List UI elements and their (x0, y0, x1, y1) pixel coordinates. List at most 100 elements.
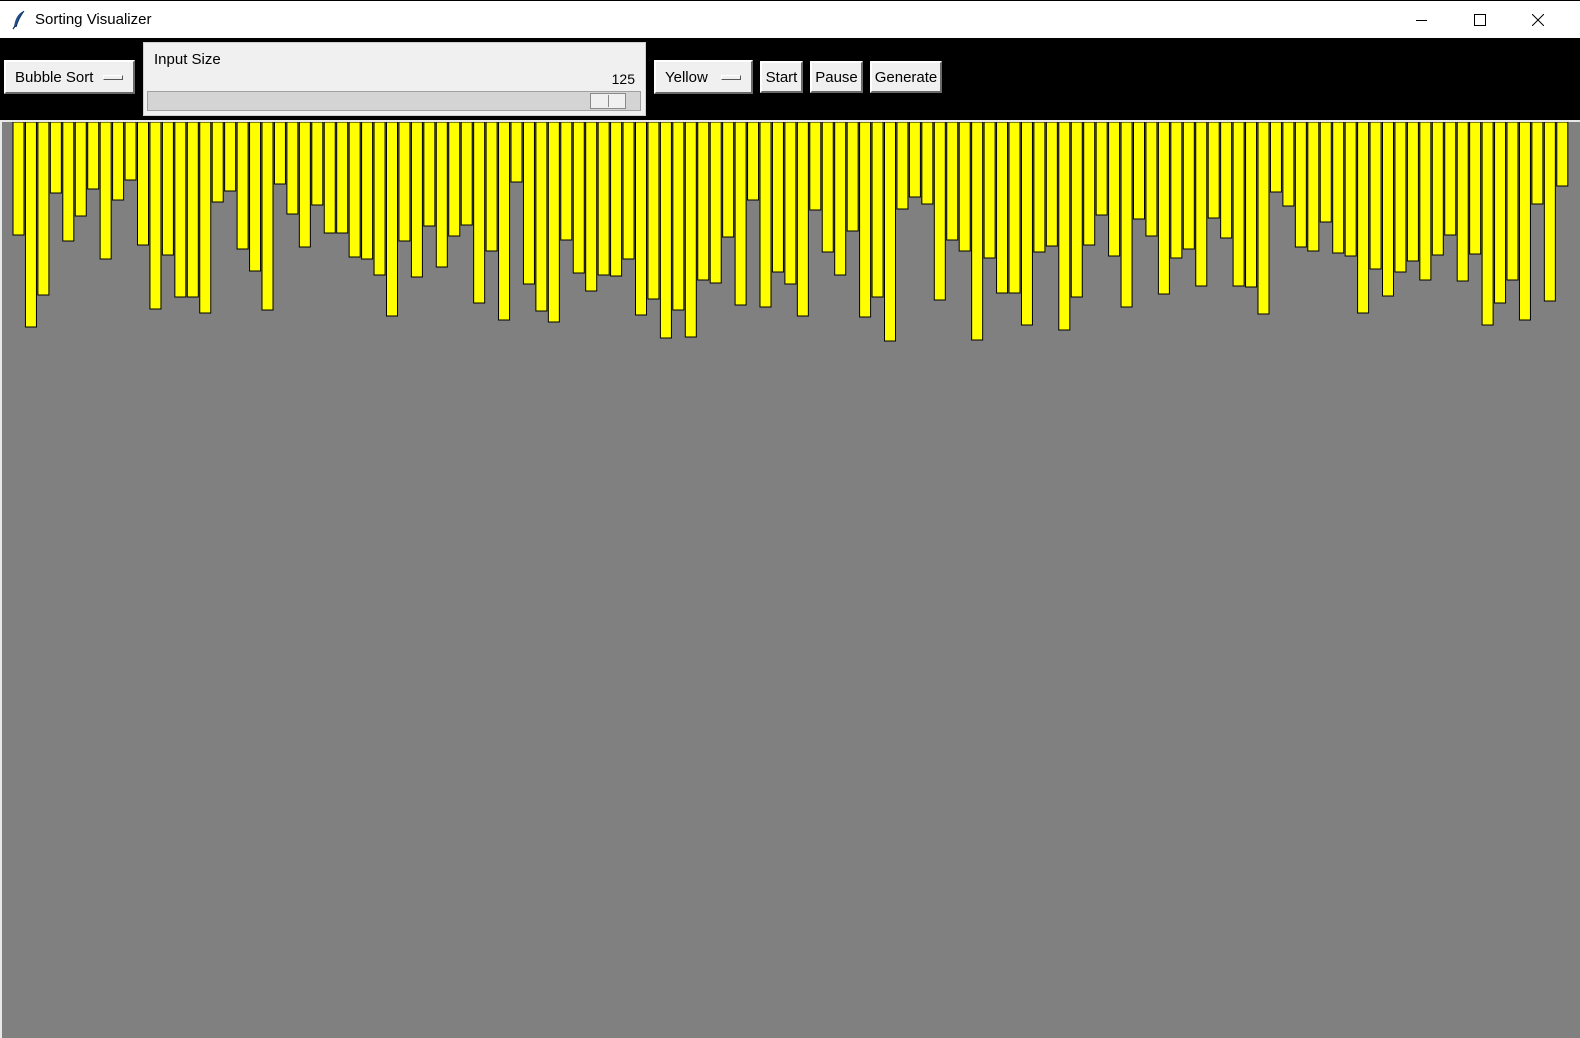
visualizer-canvas (0, 120, 1580, 1038)
pause-button[interactable]: Pause (810, 61, 863, 93)
bar-90 (1120, 122, 1133, 308)
bar-84 (1045, 122, 1058, 247)
dropdown-indicator-icon (721, 75, 741, 80)
bar-20 (249, 122, 262, 272)
bar-12 (149, 122, 162, 310)
minimize-button[interactable] (1393, 1, 1451, 39)
bar-98 (1220, 122, 1233, 239)
bar-68 (846, 122, 859, 232)
algorithm-dropdown[interactable]: Bubble Sort (4, 60, 135, 94)
bar-35 (435, 122, 448, 268)
window-title: Sorting Visualizer (35, 11, 152, 28)
bar-100 (1245, 122, 1258, 288)
bar-92 (1145, 122, 1158, 237)
bar-41 (510, 122, 523, 183)
bar-50 (622, 122, 635, 260)
bar-111 (1382, 122, 1394, 297)
bar-61 (759, 122, 772, 308)
bar-27 (336, 122, 349, 234)
bar-10 (124, 122, 137, 181)
bar-81 (1008, 122, 1021, 294)
bar-18 (224, 122, 237, 192)
bar-64 (796, 122, 809, 317)
bar-74 (921, 122, 934, 205)
close-button[interactable] (1509, 1, 1567, 39)
bar-56 (697, 122, 710, 281)
bar-36 (448, 122, 461, 237)
bar-93 (1157, 122, 1170, 295)
maximize-button[interactable] (1451, 1, 1509, 39)
bar-25 (311, 122, 324, 206)
bar-76 (946, 122, 959, 241)
bar-69 (859, 122, 872, 318)
bar-118 (1469, 122, 1482, 255)
bar-107 (1332, 122, 1345, 254)
bar-42 (522, 122, 535, 285)
bar-5 (62, 122, 75, 242)
dropdown-indicator-icon (103, 75, 123, 80)
bar-96 (1195, 122, 1208, 287)
bar-55 (684, 122, 697, 338)
bar-26 (323, 122, 336, 234)
bar-53 (659, 122, 672, 339)
bar-72 (896, 122, 909, 210)
bar-99 (1232, 122, 1245, 287)
start-button[interactable]: Start (760, 61, 803, 93)
bar-45 (560, 122, 573, 241)
bar-1 (12, 122, 25, 236)
bar-47 (585, 122, 598, 292)
bar-14 (174, 122, 187, 298)
bar-62 (771, 122, 784, 273)
bar-103 (1282, 122, 1295, 207)
bar-66 (821, 122, 834, 253)
input-size-label: Input Size (154, 51, 221, 68)
bar-101 (1257, 122, 1270, 315)
bar-58 (722, 122, 735, 238)
bar-119 (1481, 122, 1494, 326)
input-size-slider[interactable] (147, 91, 641, 111)
close-icon (1532, 14, 1544, 26)
bar-7 (87, 122, 100, 190)
bar-29 (361, 122, 374, 260)
bar-22 (273, 122, 286, 185)
generate-button[interactable]: Generate (870, 61, 942, 93)
bar-95 (1182, 122, 1195, 250)
bar-46 (572, 122, 585, 274)
bar-9 (112, 122, 125, 201)
slider-thumb[interactable] (590, 93, 626, 109)
color-selected: Yellow (665, 69, 708, 86)
bar-73 (908, 122, 921, 198)
toolbar: Bubble Sort Input Size 125 Yellow Start … (0, 38, 1580, 120)
bar-109 (1357, 122, 1370, 314)
bar-51 (635, 122, 647, 316)
bar-115 (1431, 122, 1444, 256)
bar-21 (261, 122, 274, 311)
bar-34 (423, 122, 436, 227)
bar-37 (460, 122, 473, 226)
bar-57 (709, 122, 722, 284)
bar-104 (1294, 122, 1307, 248)
bar-71 (884, 122, 896, 342)
bar-16 (199, 122, 212, 314)
bar-33 (410, 122, 423, 278)
bar-125 (1556, 122, 1569, 187)
bar-54 (672, 122, 685, 311)
bar-116 (1444, 122, 1457, 236)
bar-44 (547, 122, 560, 323)
bar-77 (958, 122, 971, 252)
bar-65 (809, 122, 822, 211)
bar-117 (1456, 122, 1469, 282)
bar-70 (871, 122, 884, 298)
bar-86 (1070, 122, 1083, 298)
bar-83 (1033, 122, 1046, 253)
bar-48 (597, 122, 610, 276)
minimize-icon (1416, 20, 1427, 21)
bar-82 (1020, 122, 1033, 326)
bar-78 (971, 122, 984, 341)
bar-108 (1344, 122, 1357, 257)
bar-2 (24, 122, 37, 328)
bar-123 (1531, 122, 1544, 205)
feather-icon (12, 10, 25, 30)
bar-67 (834, 122, 847, 276)
color-dropdown[interactable]: Yellow (654, 60, 753, 94)
